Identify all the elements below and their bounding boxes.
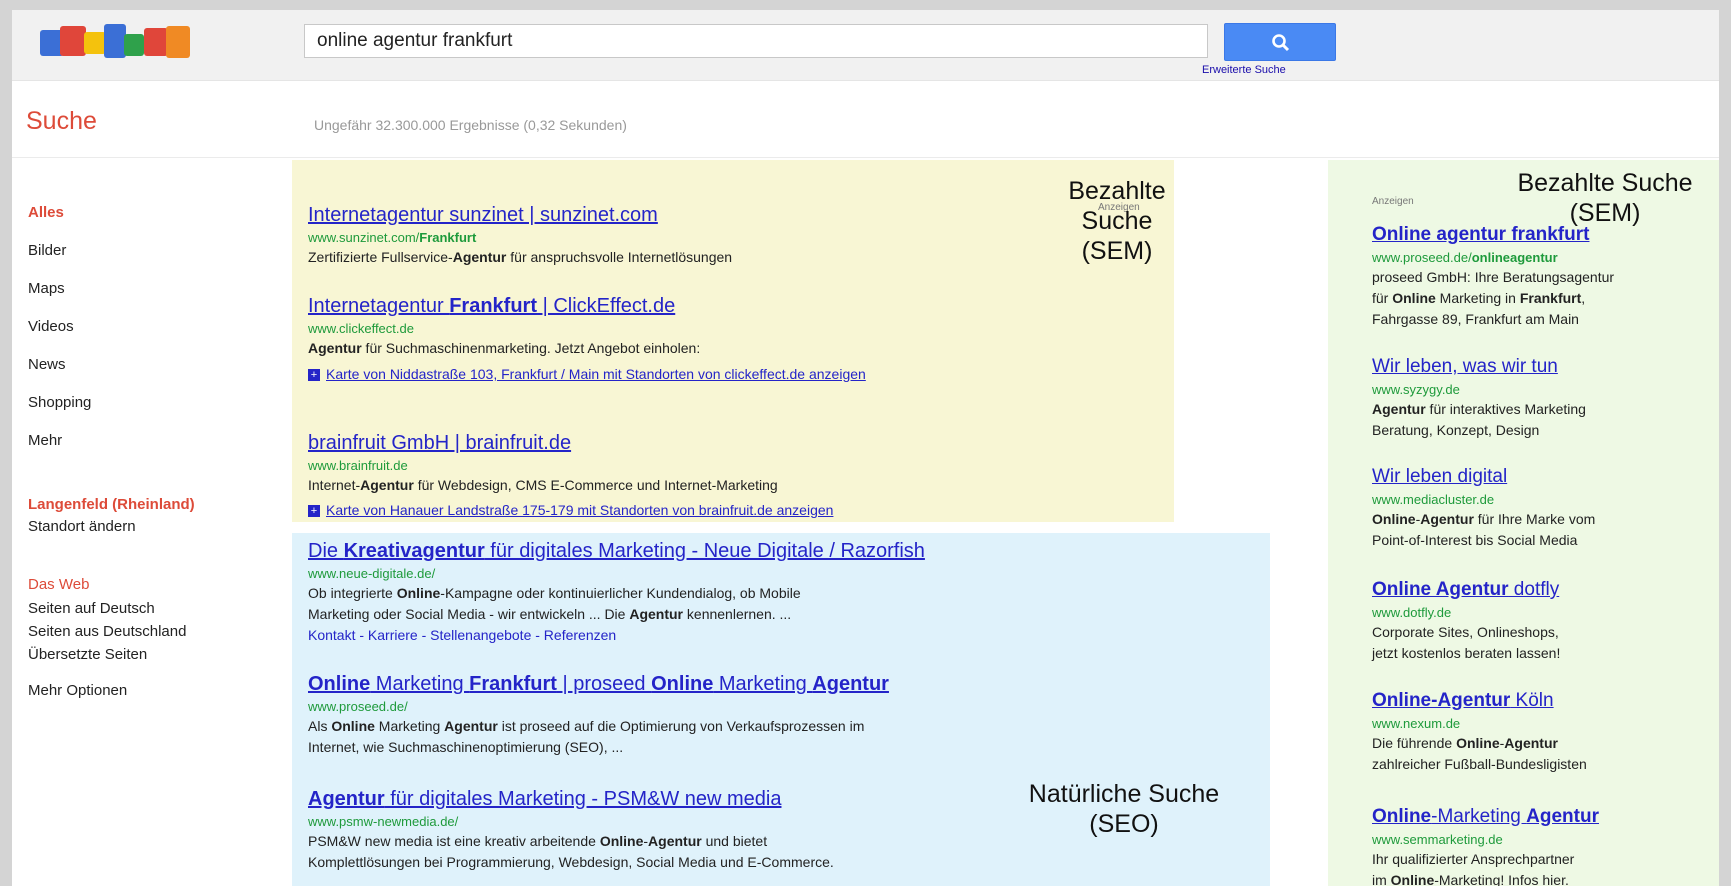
ad-snippet: jetzt kostenlos beraten lassen! <box>1372 645 1561 661</box>
ad-title[interactable]: brainfruit GmbH | brainfruit.de <box>308 432 571 455</box>
results-bar: Suche Ungefähr 32.300.000 Ergebnisse (0,… <box>12 81 1719 158</box>
ad-url: www.sunzinet.com/Frankfurt <box>308 230 477 245</box>
result-title[interactable]: Die Kreativagentur für digitales Marketi… <box>308 540 925 563</box>
ad-snippet: Fahrgasse 89, Frankfurt am Main <box>1372 311 1579 327</box>
ad-url: www.brainfruit.de <box>308 458 408 473</box>
nav-item-videos[interactable]: Videos <box>28 318 74 335</box>
result-url: www.psmw-newmedia.de/ <box>308 814 459 829</box>
result-snippet: Internet, wie Suchmaschinenoptimierung (… <box>308 739 624 755</box>
nav-item-maps[interactable]: Maps <box>28 280 65 297</box>
result-snippet: PSM&W new media ist eine kreativ arbeite… <box>308 833 768 849</box>
search-button[interactable] <box>1224 23 1336 61</box>
ad-title[interactable]: Wir leben, was wir tun <box>1372 356 1558 378</box>
ad-map-link[interactable]: + Karte von Hanauer Landstraße 175-179 mi… <box>308 500 833 521</box>
result-snippet: Als Online Marketing Agentur ist proseed… <box>308 718 865 734</box>
ad-snippet: im Online-Marketing! Infos hier. <box>1372 872 1569 886</box>
ad-map-link[interactable]: + Karte von Niddastraße 103, Frankfurt / … <box>308 364 1008 385</box>
nav-item-mehr[interactable]: Mehr <box>28 432 62 449</box>
ad-url: www.syzygy.de <box>1372 382 1460 397</box>
web-option-uebersetzt[interactable]: Übersetzte Seiten <box>28 646 147 663</box>
ad-title[interactable]: Online-Marketing Agentur <box>1372 806 1599 828</box>
result-stats: Ungefähr 32.300.000 Ergebnisse (0,32 Sek… <box>314 117 627 133</box>
ad-title[interactable]: Internetagentur sunzinet | sunzinet.com <box>308 204 658 227</box>
ad-snippet: Corporate Sites, Onlineshops, <box>1372 624 1559 640</box>
nav-item-alles[interactable]: Alles <box>28 204 64 221</box>
result-url: www.proseed.de/ <box>308 699 408 714</box>
ad-snippet: Agentur für interaktives Marketing <box>1372 401 1586 417</box>
ad-snippet: proseed GmbH: Ihre Beratungsagentur <box>1372 269 1615 285</box>
natural-search-overlay: Natürliche Suche (SEO) <box>1028 780 1220 838</box>
google-logo[interactable] <box>40 22 192 62</box>
nav-item-bilder[interactable]: Bilder <box>28 242 66 259</box>
result-title[interactable]: Agentur für digitales Marketing - PSM&W … <box>308 788 781 811</box>
plus-box-icon[interactable]: + <box>308 369 320 382</box>
ad-snippet: Agentur für Suchmaschinenmarketing. Jetz… <box>308 340 701 356</box>
ad-url: www.mediacluster.de <box>1372 492 1495 507</box>
result-sitelinks[interactable]: Kontakt - Karriere - Stellenangebote - R… <box>308 625 616 646</box>
ad-snippet: Zertifizierte Fullservice-Agentur für an… <box>308 249 733 265</box>
paid-search-overlay: Bezahlte Suche (SEM) <box>1517 169 1693 227</box>
ad-snippet: Die führende Online-Agentur <box>1372 735 1558 751</box>
ad-snippet: Beratung, Konzept, Design <box>1372 422 1540 438</box>
ad-snippet: Online-Agentur für Ihre Marke vom <box>1372 511 1596 527</box>
ad-title[interactable]: Online-Agentur Köln <box>1372 690 1554 712</box>
advanced-search-link[interactable]: Erweiterte Suche <box>1202 64 1286 76</box>
web-option-deutsch[interactable]: Seiten auf Deutsch <box>28 600 155 617</box>
ad-snippet: für Online Marketing in Frankfurt, <box>1372 290 1586 306</box>
web-option-deutschland[interactable]: Seiten aus Deutschland <box>28 623 186 640</box>
plus-box-icon[interactable]: + <box>308 505 320 518</box>
ad-title[interactable]: Internetagentur Frankfurt | ClickEffect.… <box>308 295 675 318</box>
ads-label: Anzeigen <box>1372 196 1414 207</box>
ad-url: www.proseed.de/onlineagentur <box>1372 250 1558 265</box>
ad-url: www.clickeffect.de <box>308 321 414 336</box>
ad-title[interactable]: Online agentur frankfurt <box>1372 224 1589 246</box>
result-snippet: Komplettlösungen bei Programmierung, Web… <box>308 854 834 870</box>
result-title[interactable]: Online Marketing Frankfurt | proseed Onl… <box>308 673 889 696</box>
nav-item-shopping[interactable]: Shopping <box>28 394 91 411</box>
page-title: Suche <box>26 107 97 135</box>
magnifier-icon <box>1272 34 1290 52</box>
top-bar: Erweiterte Suche <box>12 10 1719 81</box>
ad-title[interactable]: Wir leben digital <box>1372 466 1507 488</box>
ad-url: www.dotfly.de <box>1372 605 1452 620</box>
result-snippet: Marketing oder Social Media - wir entwic… <box>308 606 792 622</box>
change-location-link[interactable]: Standort ändern <box>28 518 136 535</box>
paid-search-overlay: Bezahlte Suche (SEM) <box>1068 177 1166 265</box>
organic-results-block: Die Kreativagentur für digitales Marketi… <box>292 533 1270 886</box>
search-input[interactable] <box>304 24 1208 58</box>
nav-item-news[interactable]: News <box>28 356 66 373</box>
ad-snippet: Ihr qualifizierter Ansprechpartner <box>1372 851 1575 867</box>
result-snippet: Ob integrierte Online-Kampagne oder kont… <box>308 585 801 601</box>
ad-url: www.nexum.de <box>1372 716 1461 731</box>
result-url: www.neue-digitale.de/ <box>308 566 436 581</box>
right-ads-block: Anzeigen Bezahlte Suche (SEM) Online age… <box>1328 160 1719 886</box>
top-ads-block: Anzeigen Internetagentur sunzinet | sunz… <box>292 160 1174 522</box>
location-label: Langenfeld (Rheinland) <box>28 496 195 513</box>
web-heading: Das Web <box>28 576 90 593</box>
search-page: Erweiterte Suche Suche Ungefähr 32.300.0… <box>12 10 1719 886</box>
ad-title[interactable]: Online Agentur dotfly <box>1372 579 1559 601</box>
more-options-link[interactable]: Mehr Optionen <box>28 682 127 699</box>
ad-snippet: zahlreicher Fußball-Bundesligisten <box>1372 756 1587 772</box>
ad-snippet: Internet-Agentur für Webdesign, CMS E-Co… <box>308 477 778 493</box>
ad-snippet: Point-of-Interest bis Social Media <box>1372 532 1578 548</box>
ad-url: www.semmarketing.de <box>1372 832 1503 847</box>
